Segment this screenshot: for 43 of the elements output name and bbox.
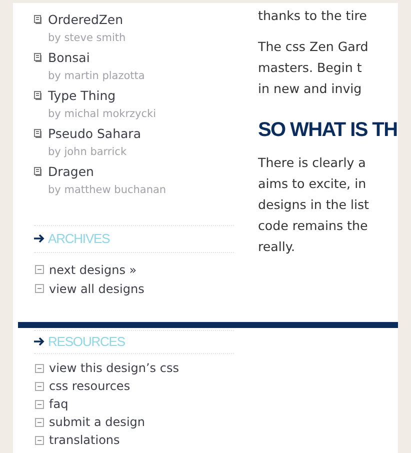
bullet-icon [35, 284, 44, 293]
document-icon [34, 129, 43, 138]
sidebar-link[interactable]: view this design’s css [49, 361, 179, 375]
author-text: by martin plazotta [47, 69, 146, 84]
body-text: designs in the list [258, 196, 370, 214]
bullet-icon [35, 400, 44, 408]
design-link[interactable]: Pseudo Sahara [48, 126, 141, 141]
body-text: really. [258, 238, 296, 256]
section-heading: SO WHAT IS TH [258, 118, 398, 142]
sidebar-link[interactable]: faq [49, 397, 68, 411]
body-text: masters. Begin t [258, 59, 363, 77]
sidebar-link[interactable]: submit a design [49, 415, 145, 429]
arrow-icon [34, 337, 45, 346]
body-text: There is clearly a [258, 154, 367, 172]
sidebar-link[interactable]: view all designs [49, 282, 144, 296]
body-text: code remains the [258, 217, 369, 235]
sidebar-link[interactable]: css resources [49, 379, 130, 393]
bullet-icon [35, 265, 44, 274]
body-text: The css Zen Gard [258, 38, 370, 56]
section-heading: ARCHIVES [48, 231, 110, 246]
author-text: by matthew buchanan [47, 183, 168, 198]
document-icon [34, 91, 43, 100]
author-text: by steve smith [47, 31, 127, 46]
document-icon [34, 53, 43, 62]
arrow-icon [34, 234, 45, 243]
body-text: in new and invig [258, 80, 363, 98]
sidebar-link[interactable]: translations [49, 433, 120, 447]
design-link[interactable]: OrderedZen [48, 12, 124, 27]
document-icon [34, 167, 43, 176]
design-link[interactable]: Dragen [48, 164, 94, 179]
section-heading: RESOURCES [48, 334, 125, 349]
bullet-icon [35, 418, 44, 426]
bullet-icon [35, 364, 44, 372]
body-text: thanks to the tire [258, 7, 368, 25]
design-link[interactable]: Type Thing [48, 88, 116, 103]
author-text: by michal mokrzycki [47, 107, 158, 122]
design-link[interactable]: Bonsai [48, 50, 90, 65]
sidebar-link[interactable]: next designs » [49, 262, 137, 276]
author-text: by john barrick [47, 145, 128, 160]
body-text: aims to excite, in [258, 175, 368, 193]
bullet-icon [35, 382, 44, 390]
document-icon [34, 15, 43, 24]
bullet-icon [35, 436, 44, 444]
